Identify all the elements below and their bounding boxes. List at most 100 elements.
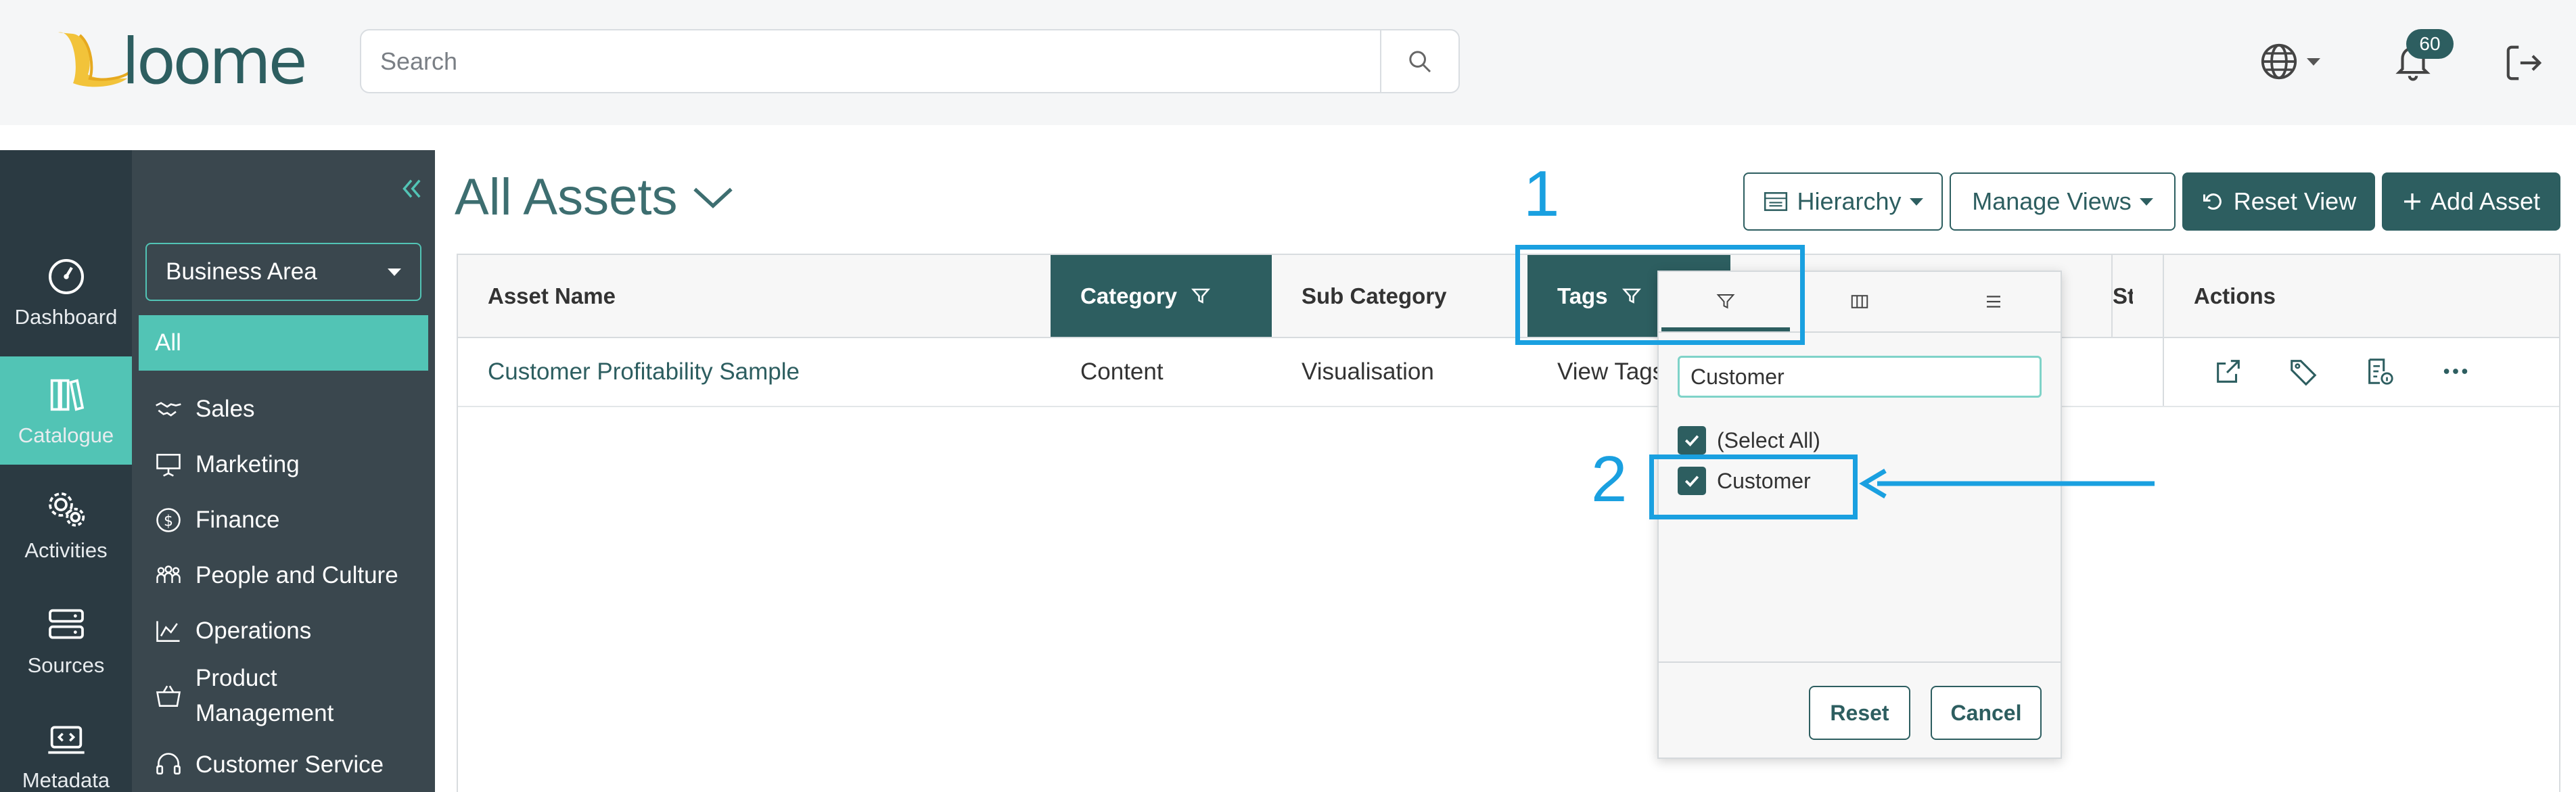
annotation-arrow-icon — [1859, 468, 2155, 499]
column-header-status[interactable]: St — [2113, 255, 2133, 337]
checkbox-label: (Select All) — [1717, 427, 1820, 452]
hierarchy-button[interactable]: Hierarchy — [1743, 172, 1943, 231]
page-title-text: All Assets — [455, 168, 678, 226]
tab-general-menu[interactable] — [1927, 272, 2061, 331]
search-icon — [1409, 50, 1431, 72]
grid-header-row: Asset Name Category Sub Category Tags St… — [458, 255, 2559, 338]
reset-filter-button-label: Reset — [1830, 700, 1889, 725]
search-bar — [360, 29, 1460, 93]
nav-rail: Dashboard Catalogue Activities Sources M… — [0, 150, 132, 792]
chevron-down-icon — [1909, 197, 1923, 206]
area-item-label-line2: Management — [196, 700, 334, 726]
chevron-down-icon — [693, 187, 733, 208]
svg-text:$: $ — [164, 513, 173, 530]
sources-icon — [48, 609, 84, 639]
add-asset-button-label: Add Asset — [2430, 187, 2541, 215]
search-input[interactable] — [380, 30, 1381, 92]
tab-columns[interactable] — [1793, 272, 1927, 331]
select-all-checkbox[interactable]: (Select All) — [1678, 426, 1820, 455]
rail-item-label: Activities — [24, 538, 108, 562]
popup-footer: Reset Cancel — [1659, 661, 2061, 758]
page-title[interactable]: All Assets — [455, 168, 734, 227]
reset-view-button-label: Reset View — [2233, 187, 2357, 215]
filter-search-input[interactable] — [1678, 356, 2042, 398]
area-item-label-group: Product Management — [196, 661, 334, 731]
area-item-label: People and Culture — [196, 562, 398, 588]
asset-name-link[interactable]: Customer Profitability Sample — [488, 338, 800, 406]
collapse-sidebar-button[interactable] — [397, 174, 426, 203]
column-header-label: Asset Name — [488, 283, 616, 308]
rail-item-dashboard[interactable]: Dashboard — [0, 238, 132, 346]
area-item-label: Marketing — [196, 451, 300, 477]
double-chevron-left-icon — [402, 179, 421, 198]
area-item-marketing[interactable]: Marketing — [139, 437, 428, 492]
area-item-customer-service[interactable]: Customer Service — [139, 741, 428, 789]
loome-logo[interactable]: loome — [53, 25, 337, 99]
area-item-label: Customer Service — [196, 751, 384, 778]
chevron-down-icon — [2307, 57, 2320, 66]
table-row[interactable]: Customer Profitability Sample Content Vi… — [458, 338, 2559, 407]
rail-item-activities[interactable]: Activities — [0, 471, 132, 580]
rail-item-metadata[interactable]: Metadata — [0, 701, 132, 792]
annotation-highlight-customer-option — [1649, 455, 1858, 519]
logout-icon — [2506, 45, 2542, 80]
column-header-label: Category — [1080, 283, 1178, 308]
business-area-select[interactable]: Business Area — [145, 243, 421, 301]
logout-button[interactable] — [2503, 42, 2548, 84]
column-header-label: Sub Category — [1302, 283, 1447, 308]
column-header-asset-name[interactable]: Asset Name — [458, 255, 1051, 337]
area-item-operations[interactable]: Operations — [139, 603, 428, 659]
language-selector[interactable] — [2259, 39, 2334, 84]
manage-views-button-label: Manage Views — [1972, 187, 2132, 215]
search-button[interactable] — [1380, 30, 1458, 92]
area-item-all[interactable]: All — [139, 315, 428, 371]
area-item-sales[interactable]: Sales — [139, 381, 428, 437]
column-header-label: Actions — [2194, 283, 2276, 308]
assets-grid: Asset Name Category Sub Category Tags St… — [457, 254, 2560, 792]
catalogue-icon — [50, 379, 84, 411]
reset-view-button[interactable]: Reset View — [2182, 172, 2375, 231]
notification-count-badge: 60 — [2406, 29, 2454, 59]
check-icon — [1684, 435, 1699, 446]
column-header-actions[interactable]: Actions — [2164, 255, 2559, 337]
area-item-label: Finance — [196, 507, 280, 533]
area-item-product-management[interactable]: Product Management — [139, 659, 428, 733]
document-info-icon[interactable] — [2364, 356, 2395, 387]
rail-item-label: Metadata — [22, 768, 110, 792]
column-header-sub-category[interactable]: Sub Category — [1272, 255, 1527, 337]
sub-category-cell: Visualisation — [1302, 358, 1434, 385]
headset-icon — [156, 753, 181, 775]
activities-icon — [48, 492, 85, 527]
columns-icon — [1851, 295, 1868, 308]
category-cell: Content — [1080, 358, 1164, 385]
chevron-down-icon — [388, 269, 401, 276]
plus-icon — [2404, 193, 2420, 210]
business-area-sidebar: Business Area All Sales Marketing $ Fina… — [132, 150, 435, 792]
chevron-down-icon — [2139, 197, 2153, 206]
metadata-icon — [47, 726, 85, 754]
tag-icon[interactable] — [2288, 356, 2319, 387]
filter-icon — [1191, 288, 1211, 304]
undo-icon — [2203, 193, 2222, 210]
table-view-icon — [1764, 192, 1788, 211]
rail-item-label: Catalogue — [18, 423, 114, 447]
dashboard-icon — [48, 259, 84, 294]
area-item-label: Product — [196, 665, 277, 691]
open-external-icon[interactable] — [2213, 356, 2244, 387]
annotation-highlight-tags-filter — [1515, 245, 1805, 345]
rail-item-sources[interactable]: Sources — [0, 586, 132, 695]
hierarchy-button-label: Hierarchy — [1797, 187, 1902, 215]
area-item-finance[interactable]: $ Finance — [139, 492, 428, 548]
cancel-filter-button[interactable]: Cancel — [1931, 686, 2042, 740]
more-options-icon[interactable] — [2440, 356, 2471, 387]
view-tags-link[interactable]: View Tags — [1557, 338, 1664, 406]
checkbox-checked[interactable] — [1678, 426, 1706, 455]
add-asset-button[interactable]: Add Asset — [2382, 172, 2560, 231]
svg-text:loome: loome — [122, 26, 305, 97]
manage-views-button[interactable]: Manage Views — [1950, 172, 2176, 231]
column-header-category[interactable]: Category — [1051, 255, 1272, 337]
handshake-icon — [156, 402, 181, 417]
area-item-people-and-culture[interactable]: People and Culture — [139, 548, 428, 603]
reset-filter-button[interactable]: Reset — [1809, 686, 1910, 740]
rail-item-catalogue[interactable]: Catalogue — [0, 356, 132, 465]
